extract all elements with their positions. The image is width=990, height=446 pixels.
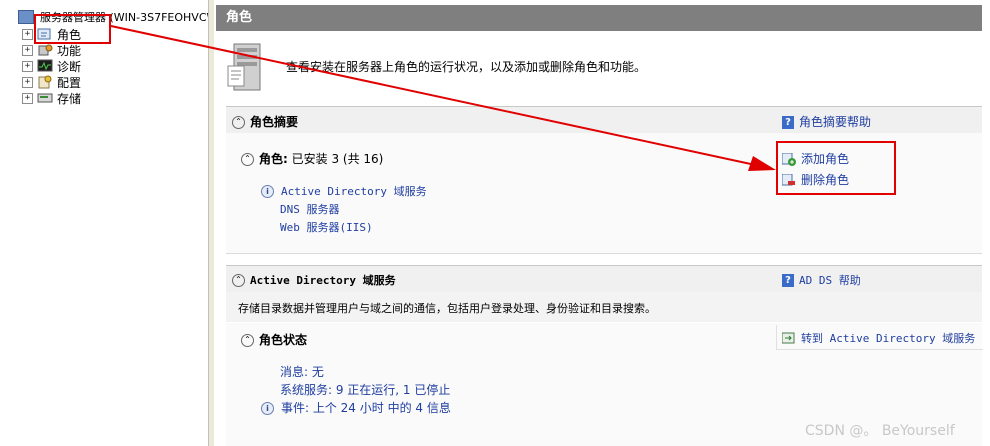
watermark: CSDN @。 BeYourself [805,423,955,439]
annotation-arrow [110,25,776,171]
